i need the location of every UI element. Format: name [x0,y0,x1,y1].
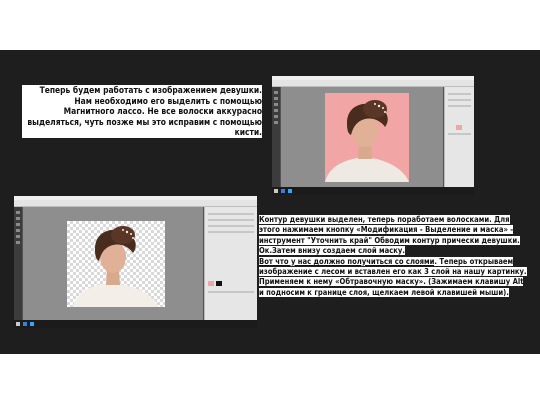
lasso-tool-icon[interactable] [274,97,278,100]
move-tool-icon[interactable] [16,211,20,214]
photoshop-screenshot-bottom [14,196,257,328]
brush-tool-icon[interactable] [16,229,20,232]
eraser-tool-icon[interactable] [16,235,20,238]
canvas-area[interactable] [281,87,443,187]
caption-bottom: Контур девушки выделен, теперь поработае… [259,215,527,298]
tools-panel[interactable] [14,207,22,320]
text-tool-icon[interactable] [16,241,20,244]
caption-top: Теперь будем работать с изображением дев… [22,85,262,138]
eraser-tool-icon[interactable] [274,115,278,118]
app-icon[interactable] [23,322,27,326]
caption-bottom-part1: Контур девушки выделен, теперь поработае… [259,215,520,256]
photoshop-screenshot-top [272,76,474,195]
options-bar[interactable] [14,200,257,207]
start-icon[interactable] [16,322,20,326]
lasso-tool-icon[interactable] [16,217,20,220]
text-tool-icon[interactable] [274,121,278,124]
layers-panel[interactable] [204,207,257,320]
start-icon[interactable] [274,189,278,193]
photo-transparent-background[interactable] [67,221,165,307]
brush-tool-icon[interactable] [274,109,278,112]
crop-tool-icon[interactable] [16,223,20,226]
photo-pink-background[interactable] [325,93,409,182]
caption-bottom-highlight: Вот что у нас должно получиться со слоям… [259,256,435,266]
canvas-area[interactable] [23,207,203,320]
layer-mask-thumbnail[interactable] [216,281,222,286]
crop-tool-icon[interactable] [274,103,278,106]
app-icon[interactable] [30,322,34,326]
woman-cutout-image [73,226,159,307]
taskbar[interactable] [272,187,474,195]
layers-panel[interactable] [444,87,474,187]
taskbar[interactable] [14,320,257,328]
tools-panel[interactable] [272,87,280,187]
options-bar[interactable] [272,80,474,87]
woman-portrait-image [325,100,409,182]
app-icon[interactable] [288,189,292,193]
layer-thumbnail[interactable] [456,125,462,130]
app-icon[interactable] [281,189,285,193]
move-tool-icon[interactable] [274,91,278,94]
layer-thumbnail[interactable] [208,281,214,286]
